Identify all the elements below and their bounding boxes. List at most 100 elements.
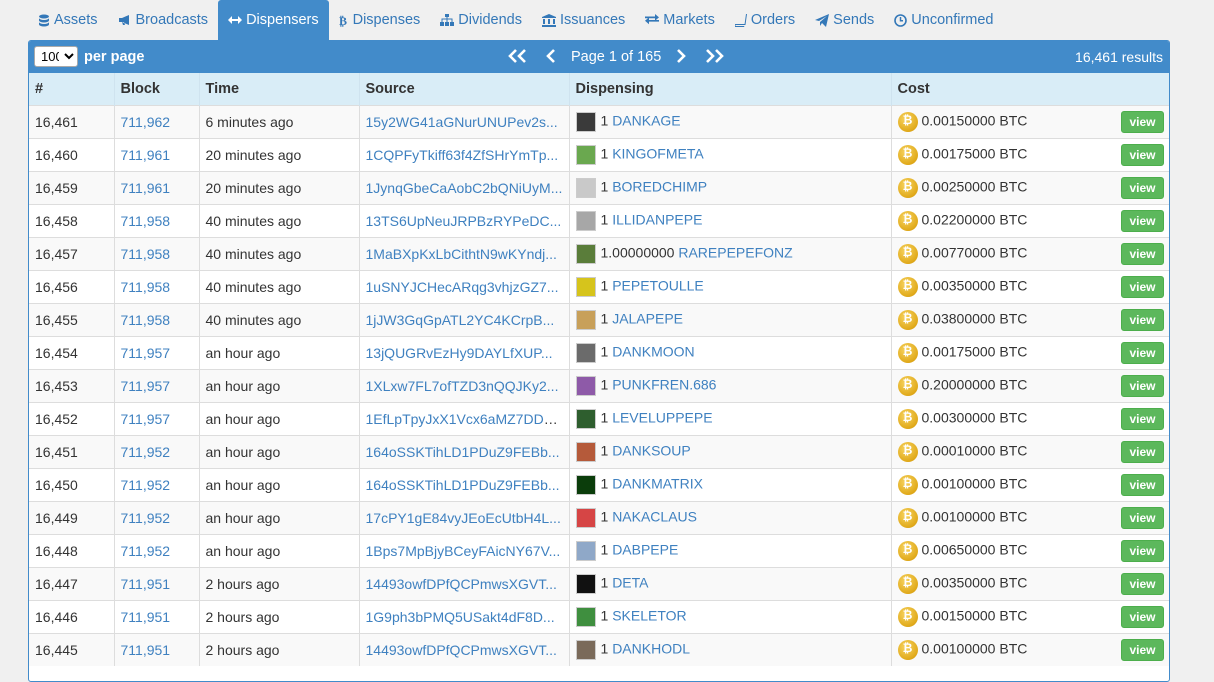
- view-button[interactable]: view: [1121, 374, 1164, 397]
- block-link[interactable]: 711,951: [121, 576, 171, 592]
- asset-thumbnail-icon[interactable]: [575, 639, 596, 660]
- tab-assets[interactable]: Assets: [28, 0, 108, 40]
- tab-markets[interactable]: Markets: [635, 0, 725, 40]
- block-link[interactable]: 711,957: [121, 378, 171, 394]
- source-address-link[interactable]: 164oSSKTihLD1PDuZ9FEBb...: [366, 477, 560, 493]
- tab-dispensers[interactable]: Dispensers: [218, 0, 329, 40]
- source-address-link[interactable]: 15y2WG41aGNurUNUPev2s...: [366, 114, 558, 130]
- asset-link[interactable]: DABPEPE: [612, 541, 678, 557]
- per-page-select[interactable]: 100: [34, 46, 78, 67]
- source-address-link[interactable]: 1uSNYJCHecARqg3vhjzGZ7...: [366, 279, 559, 295]
- block-link[interactable]: 711,961: [121, 180, 171, 196]
- first-page-button[interactable]: [507, 47, 529, 68]
- source-address-link[interactable]: 1Bps7MpBjyBCeyFAicNY67V...: [366, 543, 561, 559]
- source-address-link[interactable]: 1JynqGbeCaAobC2bQNiUyM...: [366, 180, 563, 196]
- view-button[interactable]: view: [1121, 242, 1164, 265]
- source-address-link[interactable]: 17cPY1gE84vyJEoEcUtbH4L...: [366, 510, 561, 526]
- view-button[interactable]: view: [1121, 110, 1164, 133]
- asset-link[interactable]: DANKMOON: [612, 343, 694, 359]
- asset-link[interactable]: DANKAGE: [612, 112, 680, 128]
- asset-thumbnail-icon[interactable]: [575, 276, 596, 297]
- tab-sends[interactable]: Sends: [805, 0, 884, 40]
- source-address-link[interactable]: 1CQPFyTkiff63f4ZfSHrYmTp...: [366, 147, 559, 163]
- asset-link[interactable]: LEVELUPPEPE: [612, 409, 712, 425]
- tab-broadcasts[interactable]: Broadcasts: [108, 0, 219, 40]
- asset-thumbnail-icon[interactable]: [575, 144, 596, 165]
- view-button[interactable]: view: [1121, 473, 1164, 496]
- source-address-link[interactable]: 14493owfDPfQCPmwsXGVT...: [366, 642, 557, 658]
- view-button[interactable]: view: [1121, 407, 1164, 430]
- last-page-button[interactable]: [703, 47, 725, 68]
- source-address-link[interactable]: 13TS6UpNeuJRPBzRYPeDC...: [366, 213, 562, 229]
- prev-page-button[interactable]: [545, 47, 557, 68]
- asset-thumbnail-icon[interactable]: [575, 441, 596, 462]
- block-link[interactable]: 711,952: [121, 543, 171, 559]
- asset-thumbnail-icon[interactable]: [575, 408, 596, 429]
- view-button[interactable]: view: [1121, 143, 1164, 166]
- asset-thumbnail-icon[interactable]: [575, 177, 596, 198]
- block-link[interactable]: 711,957: [121, 411, 171, 427]
- block-link[interactable]: 711,958: [121, 279, 171, 295]
- asset-link[interactable]: PEPETOULLE: [612, 277, 704, 293]
- source-address-link[interactable]: 1XLxw7FL7ofTZD3nQQJKy2...: [366, 378, 559, 394]
- view-button[interactable]: view: [1121, 572, 1164, 595]
- asset-thumbnail-icon[interactable]: [575, 342, 596, 363]
- asset-link[interactable]: RAREPEPEFONZ: [678, 244, 792, 260]
- source-address-link[interactable]: 1jJW3GqGpATL2YC4KCrpB...: [366, 312, 555, 328]
- block-link[interactable]: 711,958: [121, 246, 171, 262]
- asset-link[interactable]: DETA: [612, 574, 648, 590]
- view-button[interactable]: view: [1121, 275, 1164, 298]
- asset-link[interactable]: JALAPEPE: [612, 310, 683, 326]
- source-address-link[interactable]: 1G9ph3bPMQ5USakt4dF8D...: [366, 609, 555, 625]
- block-link[interactable]: 711,962: [121, 114, 171, 130]
- source-address-link[interactable]: 1MaBXpKxLbCithtN9wKYndj...: [366, 246, 557, 262]
- asset-link[interactable]: DANKSOUP: [612, 442, 691, 458]
- asset-thumbnail-icon[interactable]: [575, 606, 596, 627]
- source-address-link[interactable]: 164oSSKTihLD1PDuZ9FEBb...: [366, 444, 560, 460]
- source-address-link[interactable]: 14493owfDPfQCPmwsXGVT...: [366, 576, 557, 592]
- block-link[interactable]: 711,951: [121, 609, 171, 625]
- asset-link[interactable]: NAKACLAUS: [612, 508, 697, 524]
- view-button[interactable]: view: [1121, 440, 1164, 463]
- asset-thumbnail-icon[interactable]: [575, 540, 596, 561]
- block-link[interactable]: 711,952: [121, 510, 171, 526]
- asset-thumbnail-icon[interactable]: [575, 474, 596, 495]
- asset-thumbnail-icon[interactable]: [575, 111, 596, 132]
- block-link[interactable]: 711,961: [121, 147, 171, 163]
- asset-link[interactable]: PUNKFREN.686: [612, 376, 716, 392]
- source-address-link[interactable]: 13jQUGRvEzHy9DAYLfXUP...: [366, 345, 553, 361]
- tab-unconfirmed[interactable]: Unconfirmed: [884, 0, 1003, 40]
- asset-thumbnail-icon[interactable]: [575, 309, 596, 330]
- block-link[interactable]: 711,957: [121, 345, 171, 361]
- block-link[interactable]: 711,958: [121, 312, 171, 328]
- block-link[interactable]: 711,952: [121, 477, 171, 493]
- asset-thumbnail-icon[interactable]: [575, 507, 596, 528]
- view-button[interactable]: view: [1121, 341, 1164, 364]
- tab-dividends[interactable]: Dividends: [430, 0, 532, 40]
- asset-link[interactable]: ILLIDANPEPE: [612, 211, 702, 227]
- view-button[interactable]: view: [1121, 539, 1164, 562]
- next-page-button[interactable]: [675, 47, 687, 68]
- block-link[interactable]: 711,951: [121, 642, 171, 658]
- tab-orders[interactable]: Orders: [725, 0, 805, 40]
- view-button[interactable]: view: [1121, 209, 1164, 232]
- asset-link[interactable]: KINGOFMETA: [612, 145, 704, 161]
- view-button[interactable]: view: [1121, 308, 1164, 331]
- block-link[interactable]: 711,958: [121, 213, 171, 229]
- asset-link[interactable]: DANKHODL: [612, 640, 690, 656]
- tab-issuances[interactable]: Issuances: [532, 0, 635, 40]
- view-button[interactable]: view: [1121, 176, 1164, 199]
- asset-thumbnail-icon[interactable]: [575, 243, 596, 264]
- source-address-link[interactable]: 1EfLpTpyJxX1Vcx6aMZ7DDa...: [366, 411, 564, 427]
- view-button[interactable]: view: [1121, 506, 1164, 529]
- asset-link[interactable]: SKELETOR: [612, 607, 686, 623]
- asset-thumbnail-icon[interactable]: [575, 573, 596, 594]
- asset-thumbnail-icon[interactable]: [575, 375, 596, 396]
- asset-thumbnail-icon[interactable]: [575, 210, 596, 231]
- tab-dispenses[interactable]: ₿ Dispenses: [329, 0, 431, 40]
- asset-link[interactable]: BOREDCHIMP: [612, 178, 707, 194]
- view-button[interactable]: view: [1121, 638, 1164, 661]
- asset-link[interactable]: DANKMATRIX: [612, 475, 703, 491]
- block-link[interactable]: 711,952: [121, 444, 171, 460]
- view-button[interactable]: view: [1121, 605, 1164, 628]
